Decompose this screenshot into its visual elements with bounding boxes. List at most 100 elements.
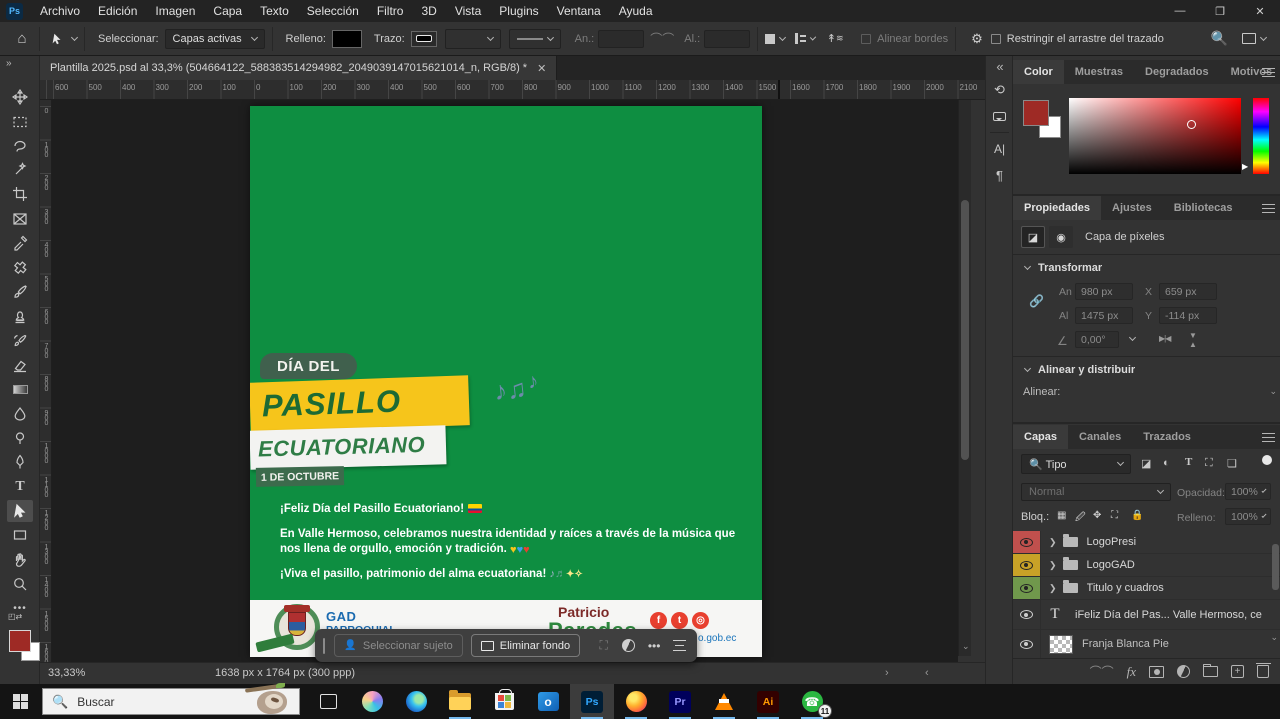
width-field[interactable] [598, 30, 644, 48]
layer-row[interactable]: T iFeliz Día del Pas... Valle Hermoso, c… [1013, 600, 1280, 630]
scroll-right-icon[interactable]: › [885, 667, 889, 679]
eyedropper-tool[interactable] [7, 232, 33, 254]
filter-toggle[interactable] [1262, 455, 1272, 465]
fill-swatch[interactable] [332, 30, 362, 48]
group-expand-chevron[interactable]: ❯ [1049, 537, 1057, 548]
history-panel-icon[interactable]: ⟲ [986, 82, 1013, 98]
move-tool[interactable] [7, 86, 33, 108]
blur-tool[interactable] [7, 403, 33, 425]
tab-propiedades[interactable]: Propiedades [1013, 196, 1101, 220]
tab-capas[interactable]: Capas [1013, 425, 1068, 449]
scroll-left-icon[interactable]: ‹ [925, 667, 929, 679]
path-selection-tool[interactable] [7, 500, 33, 522]
menu-item[interactable]: Edición [89, 4, 146, 18]
minimize-button[interactable]: — [1160, 0, 1200, 22]
lasso-tool[interactable] [7, 135, 33, 157]
tab-degradados[interactable]: Degradados [1134, 60, 1220, 84]
angle-value-field[interactable]: 0,00° [1075, 331, 1119, 348]
angle-dropdown-chevron[interactable] [1129, 334, 1136, 341]
menu-item[interactable]: Imagen [146, 4, 204, 18]
align-edges-checkbox[interactable] [861, 34, 871, 44]
layer-name[interactable]: Titulo y cuadros [1087, 582, 1164, 594]
blend-mode-dropdown[interactable]: Normal [1021, 483, 1171, 501]
start-button[interactable] [13, 694, 28, 709]
healing-brush-tool[interactable] [7, 257, 33, 279]
layer-row[interactable]: ❯ Titulo y cuadros [1013, 577, 1280, 600]
layer-styles-icon[interactable]: fx [1127, 664, 1136, 680]
layers-scrollbar-thumb[interactable] [1272, 544, 1279, 590]
scroll-down-icon[interactable]: ⌄ [962, 641, 970, 652]
type-tool[interactable]: T [7, 476, 33, 498]
tab-bibliotecas[interactable]: Bibliotecas [1163, 196, 1244, 220]
menu-item[interactable]: Archivo [31, 4, 89, 18]
drag-handle[interactable] [323, 638, 325, 654]
lock-pixels-icon[interactable]: 🖉 [1075, 510, 1086, 527]
dodge-tool[interactable] [7, 427, 33, 449]
x-value-field[interactable]: 659 px [1159, 283, 1217, 300]
panel-menu-icon[interactable] [1262, 433, 1275, 442]
eraser-tool[interactable] [7, 354, 33, 376]
stroke-swatch[interactable] [411, 31, 437, 47]
mask-properties-icon[interactable]: ◉ [1049, 226, 1073, 248]
panel-menu-icon[interactable] [1262, 68, 1275, 77]
color-picker-ring[interactable] [1187, 120, 1196, 129]
layer-visibility-toggle[interactable] [1013, 531, 1041, 553]
microsoft-store-button[interactable] [482, 684, 526, 719]
layer-row[interactable]: ❯ LogoPresi [1013, 531, 1280, 554]
canvas-area[interactable]: DÍA DEL PASILLO ♪♫♪ ECUATORIANO 1 DE OCT… [52, 100, 958, 662]
height-value-field[interactable]: 1475 px [1075, 307, 1133, 324]
shape-tool[interactable] [7, 524, 33, 546]
group-expand-chevron[interactable]: ❯ [1049, 583, 1057, 594]
layer-name[interactable]: LogoPresi [1087, 536, 1137, 548]
flip-vertical-icon[interactable]: ▼▲ [1189, 331, 1196, 349]
pen-tool[interactable] [7, 451, 33, 473]
menu-item[interactable]: Capa [204, 4, 251, 18]
height-field[interactable] [704, 30, 750, 48]
layer-name[interactable]: LogoGAD [1087, 559, 1135, 571]
file-explorer-button[interactable] [438, 684, 482, 719]
layers-scroll-down-icon[interactable]: ⌄ [1270, 632, 1278, 643]
select-mode-dropdown[interactable]: Capas activas [165, 29, 265, 49]
zoom-level[interactable]: 33,33% [48, 667, 85, 679]
lock-all-icon[interactable]: 🔒 [1131, 510, 1143, 521]
layer-row[interactable]: Franja Blanca Pie [1013, 630, 1280, 658]
color-field[interactable] [1069, 98, 1241, 174]
brush-tool[interactable] [7, 281, 33, 303]
firefox-button[interactable] [614, 684, 658, 719]
align-section-header[interactable]: Alinear y distribuir [1025, 364, 1135, 376]
edge-button[interactable] [394, 684, 438, 719]
vertical-scrollbar[interactable]: ⌄ [958, 100, 971, 656]
menu-item[interactable]: Ayuda [610, 4, 662, 18]
toolbar-collapse-icon[interactable]: » [6, 58, 11, 69]
taskbar-search-box[interactable]: 🔍 Buscar [42, 688, 300, 715]
layer-name[interactable]: iFeliz Día del Pas... Valle Hermoso, ce [1075, 609, 1262, 621]
filter-adjustment-icon[interactable]: ◐ [1163, 457, 1170, 469]
filter-shape-icon[interactable]: ⛶ [1205, 457, 1213, 470]
gradient-tool[interactable] [7, 378, 33, 400]
remove-background-button[interactable]: Eliminar fondo [471, 634, 580, 657]
task-view-button[interactable] [306, 684, 350, 719]
transform-section-header[interactable]: Transformar [1025, 262, 1102, 274]
menu-item[interactable]: Plugins [490, 4, 547, 18]
tool-preset-chevron[interactable] [71, 33, 78, 40]
stroke-type-dropdown[interactable] [509, 29, 561, 49]
menu-item[interactable]: Vista [446, 4, 490, 18]
path-arrangement-icon[interactable]: ↟≋ [825, 30, 845, 48]
new-adjustment-layer-icon[interactable] [1177, 665, 1190, 678]
flip-horizontal-icon[interactable]: ▶|◀ [1159, 334, 1170, 343]
outlook-button[interactable]: o [526, 684, 570, 719]
workspace-switcher-icon[interactable] [1242, 33, 1266, 44]
layer-visibility-toggle[interactable] [1013, 630, 1041, 658]
tab-trazados[interactable]: Trazados [1132, 425, 1202, 449]
tab-ajustes[interactable]: Ajustes [1101, 196, 1163, 220]
clone-stamp-tool[interactable] [7, 305, 33, 327]
menu-item[interactable]: Ventana [548, 4, 610, 18]
frame-tool[interactable] [7, 208, 33, 230]
y-value-field[interactable]: -114 px [1159, 307, 1217, 324]
path-alignment-icon[interactable] [795, 30, 815, 48]
document-tab[interactable]: Plantilla 2025.psd al 33,3% (504664122_5… [40, 56, 557, 80]
premiere-button[interactable]: Pr [658, 684, 702, 719]
foreground-color-swatch[interactable] [9, 630, 31, 652]
lock-transparency-icon[interactable]: ▦ [1057, 510, 1066, 521]
whatsapp-button[interactable]: ☎ 11 [790, 684, 834, 719]
